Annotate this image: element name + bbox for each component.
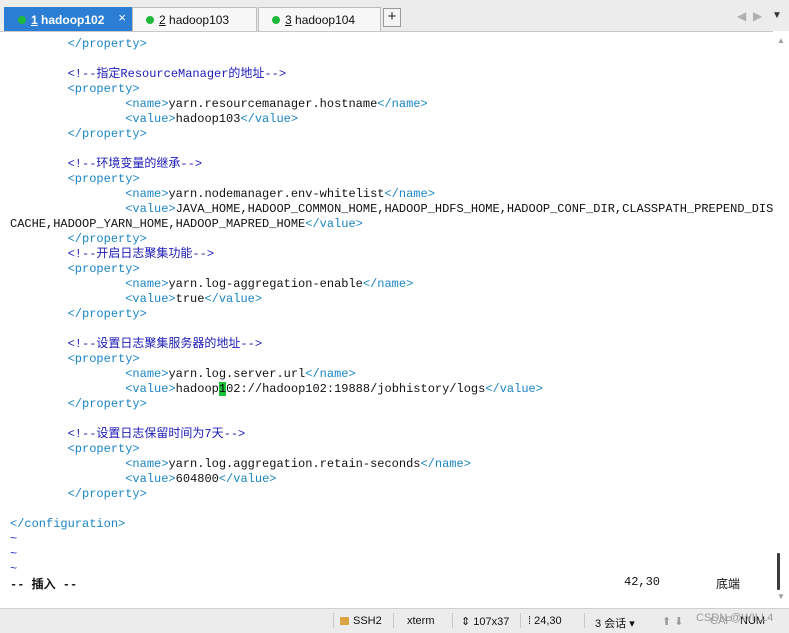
scroll-down-icon[interactable]: ▼: [777, 592, 785, 601]
xml-text: yarn.log.aggregation.retain-seconds: [168, 457, 421, 471]
xml-tag: </name>: [420, 457, 471, 471]
xml-tag: <value>: [10, 202, 176, 216]
vim-scroll-position: 底端: [716, 578, 741, 592]
tab-index: 2: [159, 12, 166, 27]
xml-tag: </property>: [10, 487, 147, 501]
xml-tag: </property>: [10, 37, 147, 51]
xml-text: true: [175, 292, 205, 306]
xml-comment: <!--设置日志保留时间为7天-->: [10, 427, 246, 441]
xml-tag: <property>: [10, 82, 140, 96]
terminal-size-label: 107x37: [473, 616, 510, 628]
cursor-position: ⁞ 24,30: [528, 615, 562, 627]
tab-index: 3: [285, 12, 292, 27]
divider: [452, 613, 453, 628]
empty-line-marker: ~: [10, 532, 18, 546]
add-tab-button[interactable]: +: [383, 8, 401, 27]
xml-tag: </value>: [485, 382, 543, 396]
xml-tag: <value>: [10, 292, 176, 306]
xml-text: yarn.nodemanager.env-whitelist: [168, 187, 385, 201]
xml-text: hadoop: [175, 382, 219, 396]
xml-text: 02://hadoop102:19888/jobhistory/logs: [226, 382, 486, 396]
vertical-scrollbar[interactable]: [773, 31, 789, 607]
connected-status-icon: [18, 15, 26, 24]
divider: [584, 613, 585, 628]
scroll-up-icon[interactable]: ▲: [777, 36, 785, 45]
xml-text: yarn.resourcemanager.hostname: [168, 97, 378, 111]
xml-text: yarn.log.server.url: [168, 367, 306, 381]
xml-tag: <property>: [10, 352, 140, 366]
xml-text: yarn.log-aggregation-enable: [168, 277, 363, 291]
xml-comment: <!--开启日志聚集功能-->: [10, 247, 215, 261]
session-nav[interactable]: ⬆ ⬇: [662, 615, 684, 628]
xml-tag: </value>: [240, 112, 299, 126]
xml-tag: <property>: [10, 262, 140, 276]
protocol-status: SSH2: [340, 615, 382, 627]
empty-line-marker: ~: [10, 547, 18, 561]
connected-status-icon: [272, 15, 280, 24]
tab-hadoop104[interactable]: 3 hadoop104: [258, 7, 381, 31]
tab-bar: 1 hadoop102 × 2 hadoop103 3 hadoop104 + …: [0, 0, 789, 32]
xml-tag: </name>: [362, 277, 414, 291]
divider: [520, 613, 521, 628]
xml-tag: </configuration>: [10, 517, 126, 531]
terminal-size: ⇕ 107x37: [461, 615, 509, 628]
tab-scroll-right-icon[interactable]: ▶: [753, 9, 762, 23]
protocol-label: SSH2: [353, 615, 382, 627]
connected-status-icon: [146, 15, 154, 24]
tab-scroll-left-icon[interactable]: ◀: [737, 9, 746, 23]
xml-tag: <property>: [10, 172, 140, 186]
xml-text: JAVA_HOME,HADOOP_COMMON_HOME,HADOOP_HDFS…: [175, 202, 781, 216]
xml-tag: </value>: [218, 472, 277, 486]
xml-tag: </value>: [305, 217, 363, 231]
xml-text: 604800: [175, 472, 219, 486]
session-count-label: 3 会话: [595, 618, 627, 630]
scrollbar-thumb[interactable]: [777, 553, 780, 590]
xml-comment: <!--指定ResourceManager的地址-->: [10, 67, 287, 81]
text-cursor: 1: [218, 382, 227, 396]
resize-icon: ⇕: [461, 616, 474, 628]
xml-tag: <name>: [10, 457, 169, 471]
divider: [393, 613, 394, 628]
xml-tag: <property>: [10, 442, 140, 456]
vim-cursor-position: 42,30: [624, 575, 661, 589]
xml-tag: <name>: [10, 277, 169, 291]
xml-tag: <value>: [10, 112, 176, 126]
xml-tag: </property>: [10, 307, 147, 321]
tab-list-menu-icon[interactable]: ▼: [772, 10, 782, 21]
xml-text: CACHE,HADOOP_YARN_HOME,HADOOP_MAPRED_HOM…: [10, 217, 306, 231]
empty-line-marker: ~: [10, 562, 18, 576]
lock-icon: [340, 617, 349, 625]
xml-tag: <value>: [10, 472, 176, 486]
xml-tag: </value>: [204, 292, 263, 306]
tab-index: 1: [31, 12, 38, 27]
session-count: 3 会话 ▾: [595, 618, 635, 630]
arrow-down-icon[interactable]: ⬇: [674, 616, 683, 628]
xml-tag: <value>: [10, 382, 176, 396]
xml-tag: <name>: [10, 187, 169, 201]
tab-hadoop102[interactable]: 1 hadoop102 ×: [4, 7, 132, 31]
xml-tag: </name>: [305, 367, 356, 381]
tab-label: hadoop104: [295, 12, 356, 27]
divider: [333, 613, 334, 628]
watermark: CSDN @WILL4: [696, 612, 774, 624]
close-tab-icon[interactable]: ×: [118, 11, 126, 25]
tab-label: hadoop102: [41, 12, 105, 27]
xml-tag: </name>: [377, 97, 428, 111]
xml-tag: </property>: [10, 232, 147, 246]
xml-tag: </property>: [10, 397, 147, 411]
xml-tag: <name>: [10, 97, 169, 111]
arrow-up-icon[interactable]: ⬆: [662, 616, 671, 628]
xml-tag: <name>: [10, 367, 169, 381]
xml-comment: <!--环境变量的继承-->: [10, 157, 203, 171]
xml-tag: </property>: [10, 127, 147, 141]
xml-text: hadoop103: [175, 112, 241, 126]
xml-comment: <!--设置日志聚集服务器的地址-->: [10, 337, 263, 351]
terminal-type: xterm: [407, 615, 435, 627]
terminal-output[interactable]: </property> <!--指定ResourceManager的地址--> …: [10, 37, 781, 577]
xml-tag: </name>: [384, 187, 435, 201]
cursor-position-label: 24,30: [534, 615, 562, 627]
tab-hadoop103[interactable]: 2 hadoop103: [132, 7, 257, 31]
status-bar: SSH2 xterm ⇕ 107x37 ⁞ 24,30 3 会话 ▾ ⬆ ⬇ C…: [0, 608, 789, 633]
tab-label: hadoop103: [169, 12, 230, 27]
